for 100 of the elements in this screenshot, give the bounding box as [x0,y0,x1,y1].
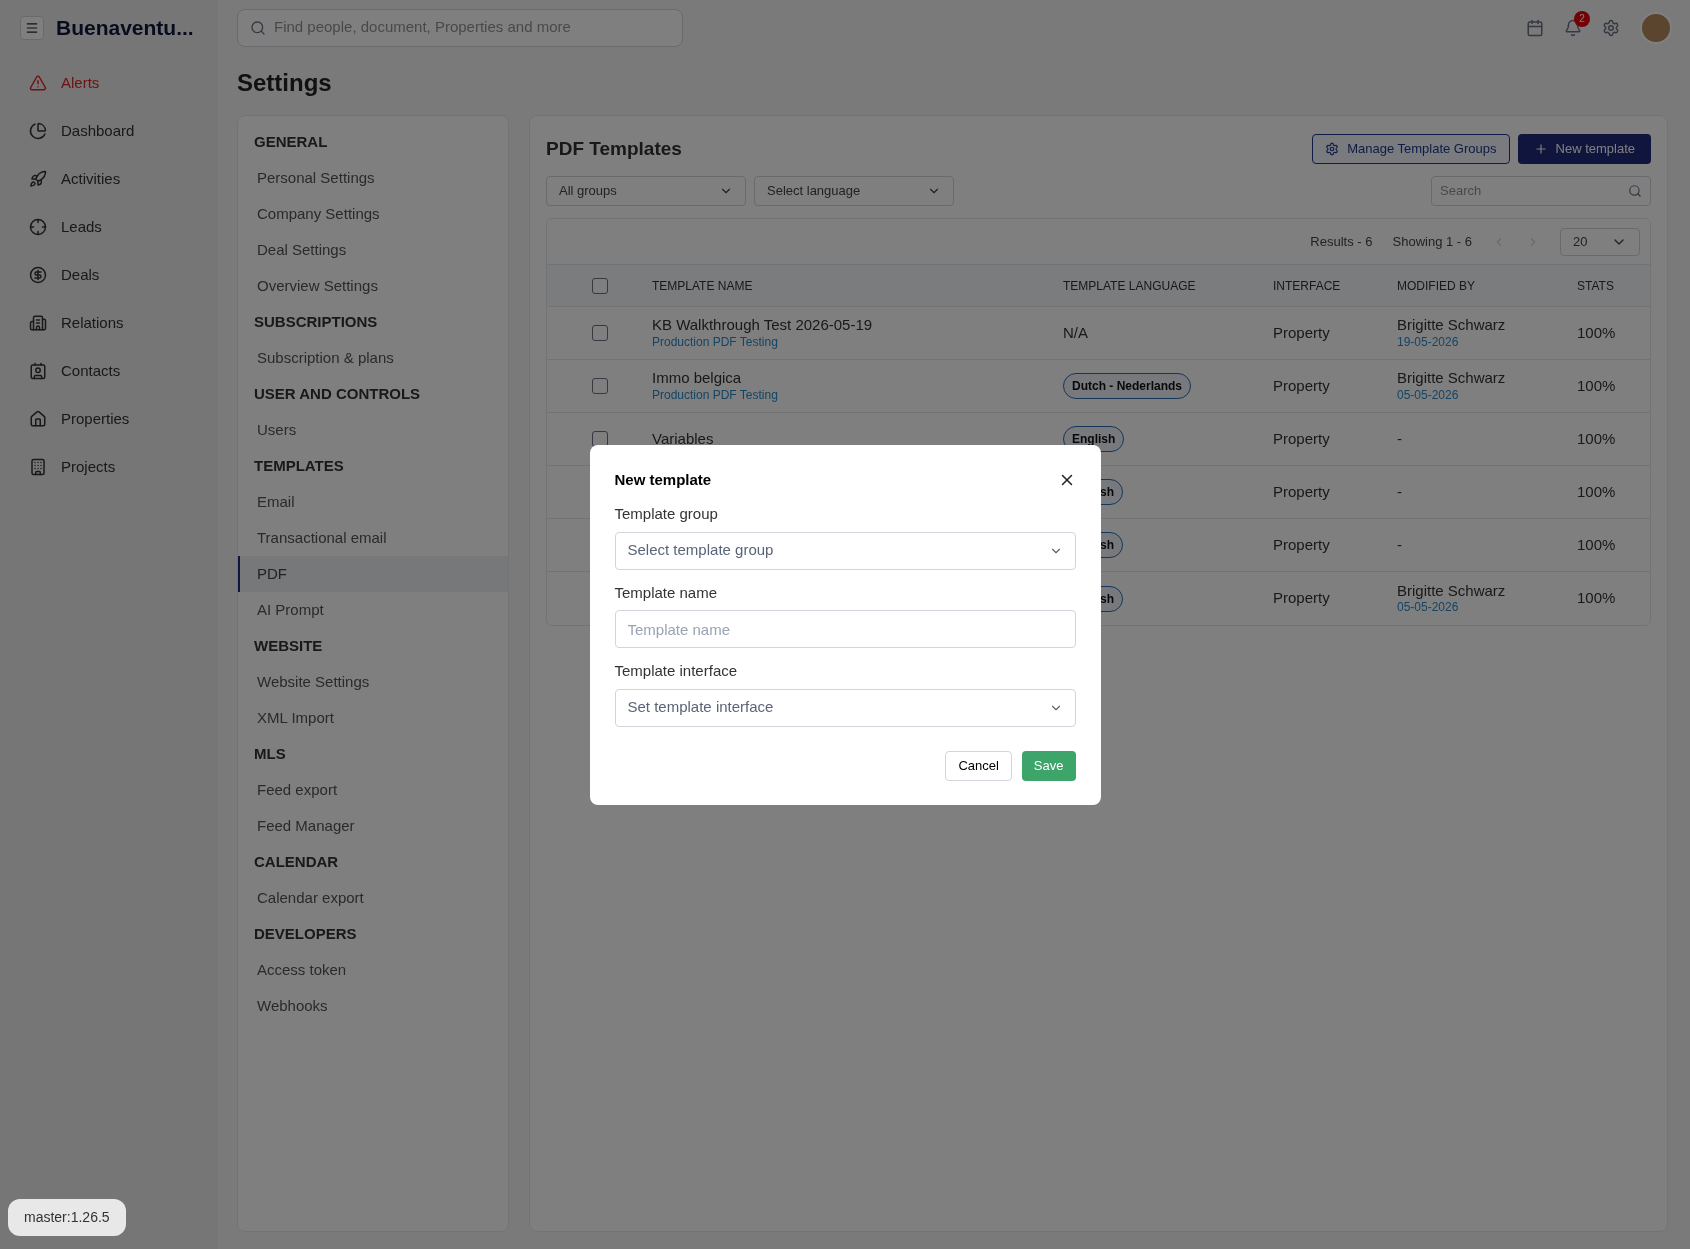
section-heading: CALENDAR [253,851,340,872]
section-heading: SUBSCRIPTIONS [253,311,379,332]
sidebar-item[interactable]: Deals [0,251,218,299]
sidebar-item[interactable]: Relations [0,299,218,347]
settings-nav-item[interactable]: Transactional email [238,520,508,556]
interface-cell-text: Property [1273,534,1331,555]
select-field[interactable]: Set template interface [614,688,1076,727]
template-group-link[interactable]: Production PDF Testing [652,334,778,350]
stats-cell-text: 100% [1577,322,1617,343]
settings-nav-item[interactable]: PDF [238,556,508,592]
settings-icon[interactable] [1602,18,1620,37]
gear-icon [1325,142,1340,156]
contact-card-icon [29,362,47,380]
sidebar-item[interactable]: Properties [0,395,218,443]
checkbox[interactable] [591,378,608,394]
building-icon [29,314,47,332]
settings-nav-item[interactable]: Access token [238,952,508,988]
settings-nav-item[interactable]: Subscription & plans [238,340,508,376]
section-heading: GENERAL [253,131,329,152]
stats-cell-text: 100% [1577,588,1617,609]
version-badge: master:1.26.5 [8,1199,126,1236]
section-heading: MLS [253,743,287,764]
section-heading: WEBSITE [253,635,324,656]
settings-nav-item[interactable]: Feed Manager [238,808,508,844]
template-group-link[interactable]: Production PDF Testing [652,387,778,403]
avatar[interactable] [1640,11,1672,44]
section-heading: USER AND CONTROLS [253,383,422,404]
modified-by-cell-text: Brigitte Schwarz [1397,581,1507,601]
sidebar-item[interactable]: Activities [0,155,218,203]
settings-nav-item[interactable]: Company Settings [238,196,508,232]
menu-button[interactable] [20,15,44,40]
results-count: Results - 6 [1310,232,1373,251]
sidebar-item[interactable]: Alerts [0,59,218,107]
sidebar-item[interactable]: Leads [0,203,218,251]
settings-nav-item[interactable]: Users [238,412,508,448]
manage-groups-button[interactable]: Manage Template Groups [1312,134,1510,164]
interface-cell-text: Property [1273,588,1331,609]
modified-date: 05-05-2026 [1397,600,1460,616]
save-button[interactable]: Save [1021,750,1076,781]
modified-by-cell-text: - [1397,429,1403,449]
template-name: KB Walkthrough Test 2026-05-19 [652,316,874,335]
interface-cell-text: Property [1273,375,1331,396]
menu-icon [25,20,39,35]
rocket-icon [29,170,47,188]
filter-dropdown[interactable]: Select language [754,176,954,206]
section-heading: TEMPLATES [253,455,345,476]
sidebar-item[interactable]: Dashboard [0,107,218,155]
sidebar-item[interactable]: Contacts [0,347,218,395]
modified-date: 05-05-2026 [1397,387,1460,403]
app-title: Buenaventu... [56,14,194,41]
checkbox[interactable] [591,325,608,341]
notification-count: 2 [1574,10,1590,27]
buildings-icon [29,458,47,476]
column-header: STATS [1577,277,1615,295]
field-label: Template name [614,582,719,603]
filter-dropdown[interactable]: All groups [546,176,746,206]
dollar-icon [29,266,47,284]
stats-cell-text: 100% [1577,481,1617,502]
stats-cell-text: 100% [1577,534,1617,555]
modified-by-cell-text: Brigitte Schwarz [1397,316,1507,335]
language-badge: Dutch - Nederlands [1063,373,1191,399]
language-text: N/A [1063,323,1088,341]
crosshair-icon [29,218,47,236]
warning-icon [29,74,47,92]
dialog-title: New template [614,469,712,490]
modified-date: 19-05-2026 [1397,334,1460,350]
settings-nav-item[interactable]: XML Import [238,700,508,736]
column-header: MODIFIED BY [1397,277,1476,295]
new-template-button[interactable]: New template [1517,134,1651,164]
pie-chart-icon [29,122,47,140]
stats-cell-text: 100% [1577,375,1617,396]
showing-range: Showing 1 - 6 [1392,232,1472,251]
settings-nav-item[interactable]: AI Prompt [238,592,508,628]
settings-nav-item[interactable]: Website Settings [238,664,508,700]
interface-cell-text: Property [1273,322,1331,343]
cancel-button[interactable]: Cancel [945,750,1012,781]
settings-nav-item[interactable]: Deal Settings [238,232,508,268]
modified-by-cell-text: Brigitte Schwarz [1397,369,1507,388]
plus-icon [1533,142,1548,156]
checkbox[interactable] [591,277,608,294]
settings-nav-item[interactable]: Personal Settings [238,160,508,196]
field-label: Template interface [614,661,739,681]
text-field[interactable]: Template name [614,610,1076,648]
select-field[interactable]: Select template group [614,531,1076,570]
search-icon [250,19,266,36]
modified-by-cell-text: - [1397,482,1403,502]
calendar-icon[interactable] [1526,18,1544,37]
settings-nav-item[interactable]: Feed export [238,772,508,808]
field-label: Template group [614,504,719,524]
settings-nav-item[interactable]: Overview Settings [238,268,508,304]
page-size-dropdown[interactable]: 20 [1560,227,1640,256]
sidebar-item[interactable]: Projects [0,443,218,491]
column-header: TEMPLATE NAME [652,277,754,295]
modified-by-cell-text: - [1397,535,1403,555]
column-header: INTERFACE [1273,277,1342,295]
settings-nav-item[interactable]: Calendar export [238,880,508,916]
settings-nav-item[interactable]: Email [238,484,508,520]
settings-nav-item[interactable]: Webhooks [238,988,508,1024]
template-name: Variables [652,429,715,449]
checkbox[interactable] [591,431,608,447]
